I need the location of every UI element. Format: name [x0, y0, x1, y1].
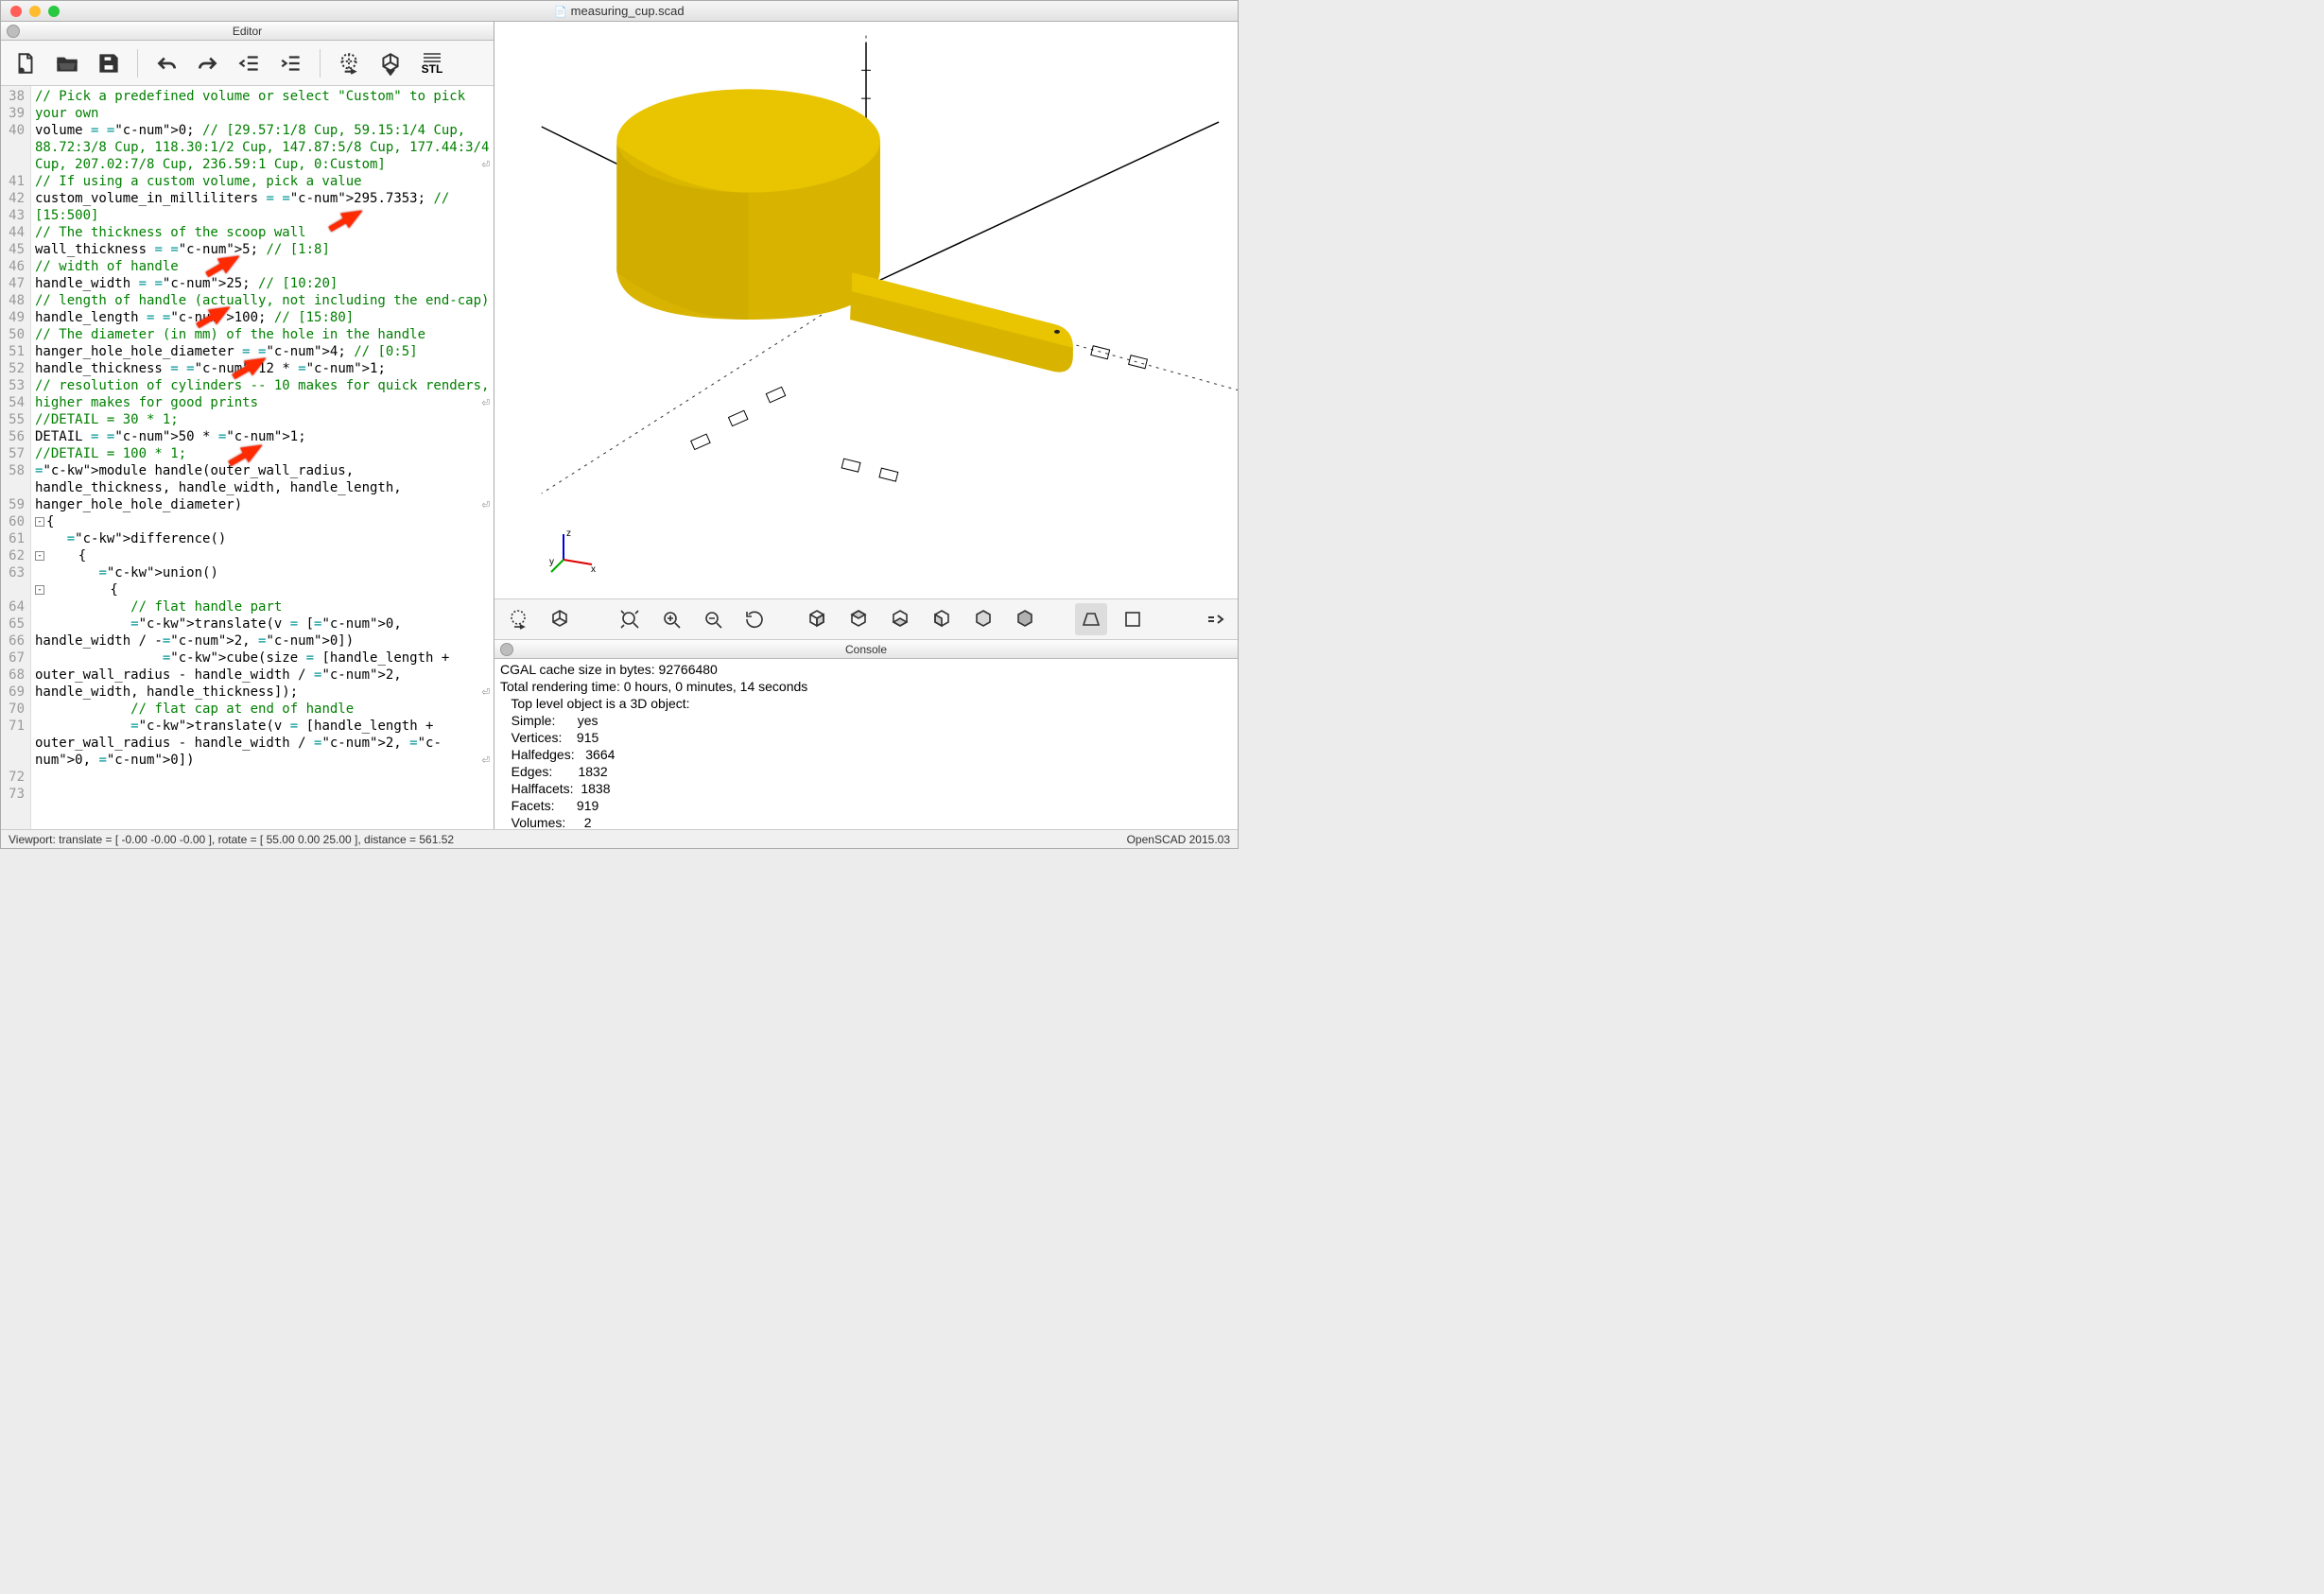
- titlebar: 📄 measuring_cup.scad: [1, 1, 1238, 22]
- zoom-in-button[interactable]: [655, 603, 687, 635]
- editor-panel-title: Editor: [1, 25, 494, 38]
- editor-toolbar: STL: [1, 41, 494, 86]
- view-back-button[interactable]: [1009, 603, 1041, 635]
- reset-view-button[interactable]: [738, 603, 771, 635]
- save-file-button[interactable]: [90, 45, 128, 81]
- axis-indicator: z x y: [549, 527, 597, 574]
- export-stl-button[interactable]: STL: [413, 45, 451, 81]
- view-right-button[interactable]: [801, 603, 833, 635]
- minimize-window-icon[interactable]: [29, 6, 41, 17]
- orthogonal-button[interactable]: [1117, 603, 1149, 635]
- console-panel-header: Console: [494, 640, 1238, 659]
- 3d-viewport[interactable]: z x y: [494, 22, 1238, 598]
- render-button[interactable]: [372, 45, 409, 81]
- redo-button[interactable]: [189, 45, 227, 81]
- svg-text:z: z: [566, 528, 571, 539]
- window-title: measuring_cup.scad: [571, 4, 685, 18]
- code-editor[interactable]: 38 39 40 41 42 43 44 45 46 47 48 49 50 5…: [1, 86, 494, 829]
- perspective-button[interactable]: [1075, 603, 1107, 635]
- svg-text:x: x: [591, 564, 596, 574]
- view-left-button[interactable]: [926, 603, 958, 635]
- rendered-model: [494, 22, 1238, 598]
- status-bar: Viewport: translate = [ -0.00 -0.00 -0.0…: [1, 829, 1238, 848]
- console-panel-title: Console: [494, 643, 1238, 656]
- undo-button[interactable]: [147, 45, 185, 81]
- zoom-window-icon[interactable]: [48, 6, 60, 17]
- model-cup: [616, 89, 1073, 372]
- preview-view-button[interactable]: [502, 603, 534, 635]
- open-file-button[interactable]: [48, 45, 86, 81]
- zoom-out-button[interactable]: [697, 603, 729, 635]
- view-front-button[interactable]: [967, 603, 999, 635]
- viewport-status: Viewport: translate = [ -0.00 -0.00 -0.0…: [9, 833, 454, 846]
- overflow-button[interactable]: [1198, 603, 1230, 635]
- unindent-button[interactable]: [231, 45, 269, 81]
- preview-button[interactable]: [330, 45, 368, 81]
- zoom-all-button[interactable]: [614, 603, 646, 635]
- code-area[interactable]: // Pick a predefined volume or select "C…: [31, 86, 494, 829]
- editor-panel-header: Editor: [1, 22, 494, 41]
- close-window-icon[interactable]: [10, 6, 22, 17]
- view-top-button[interactable]: [842, 603, 875, 635]
- svg-text:y: y: [549, 557, 554, 567]
- console-output[interactable]: CGAL cache size in bytes: 92766480 Total…: [494, 659, 1238, 829]
- indent-button[interactable]: [272, 45, 310, 81]
- view-bottom-button[interactable]: [884, 603, 916, 635]
- line-number-gutter: 38 39 40 41 42 43 44 45 46 47 48 49 50 5…: [1, 86, 31, 829]
- viewport-toolbar: [494, 598, 1238, 640]
- new-file-button[interactable]: [7, 45, 44, 81]
- version-label: OpenSCAD 2015.03: [1127, 833, 1230, 846]
- render-view-button[interactable]: [544, 603, 576, 635]
